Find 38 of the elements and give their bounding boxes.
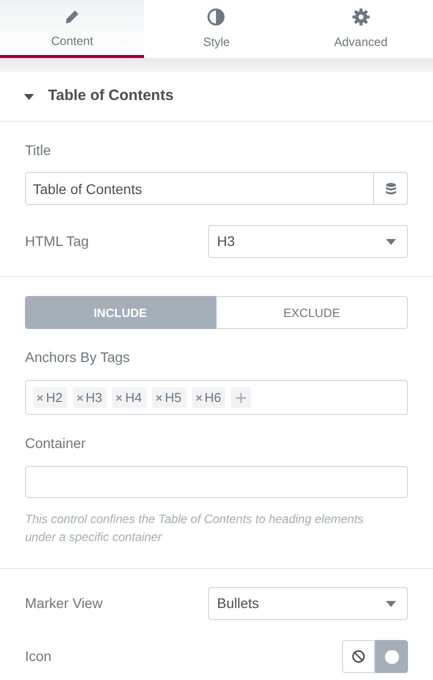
- tab[interactable]: Content: [0, 0, 144, 58]
- caret-icon: [386, 239, 396, 245]
- close-icon[interactable]: [116, 394, 122, 400]
- field-label: Icon: [25, 647, 52, 666]
- tag-chip[interactable]: H3: [72, 387, 106, 408]
- tag-chip[interactable]: H6: [192, 387, 226, 408]
- field-label: Anchors By Tags: [25, 348, 130, 367]
- close-icon[interactable]: [196, 394, 202, 400]
- tag-chip[interactable]: H5: [152, 387, 186, 408]
- field-label: Container: [25, 434, 86, 453]
- icon-option[interactable]: [342, 640, 375, 673]
- caret-icon: [24, 94, 34, 100]
- select-field[interactable]: H3: [208, 225, 408, 258]
- select-field[interactable]: Bullets: [208, 587, 408, 620]
- caret-icon: [386, 601, 396, 607]
- close-icon[interactable]: [156, 394, 162, 400]
- close-icon[interactable]: [37, 394, 43, 400]
- field-label: Title: [25, 141, 51, 160]
- close-icon[interactable]: [76, 394, 83, 400]
- tag-chip[interactable]: H4: [112, 387, 146, 408]
- plus-icon: [236, 392, 246, 402]
- tag-chip[interactable]: H2: [33, 387, 67, 408]
- pencil-icon: [64, 9, 80, 25]
- dynamic-tags-button[interactable]: [374, 172, 408, 205]
- half-circle-icon: [207, 8, 226, 26]
- add-tag-button[interactable]: [231, 387, 252, 408]
- text-input[interactable]: Table of Contents: [25, 172, 374, 205]
- filter-tab[interactable]: INCLUDE: [25, 296, 216, 329]
- field-label: Marker View: [25, 594, 103, 613]
- text-input[interactable]: [25, 466, 408, 498]
- field-label: HTML Tag: [25, 232, 89, 251]
- filter-tab[interactable]: EXCLUDE: [216, 296, 408, 329]
- field-description: This control confines the Table of Contents to heading elements under a specific container: [25, 511, 364, 546]
- database-icon: [386, 182, 396, 194]
- gear-icon: [352, 8, 370, 26]
- ban-icon: [352, 650, 365, 663]
- tags-field[interactable]: H2 H3 H4 H5 H6: [25, 380, 408, 415]
- circle-icon: [384, 650, 398, 664]
